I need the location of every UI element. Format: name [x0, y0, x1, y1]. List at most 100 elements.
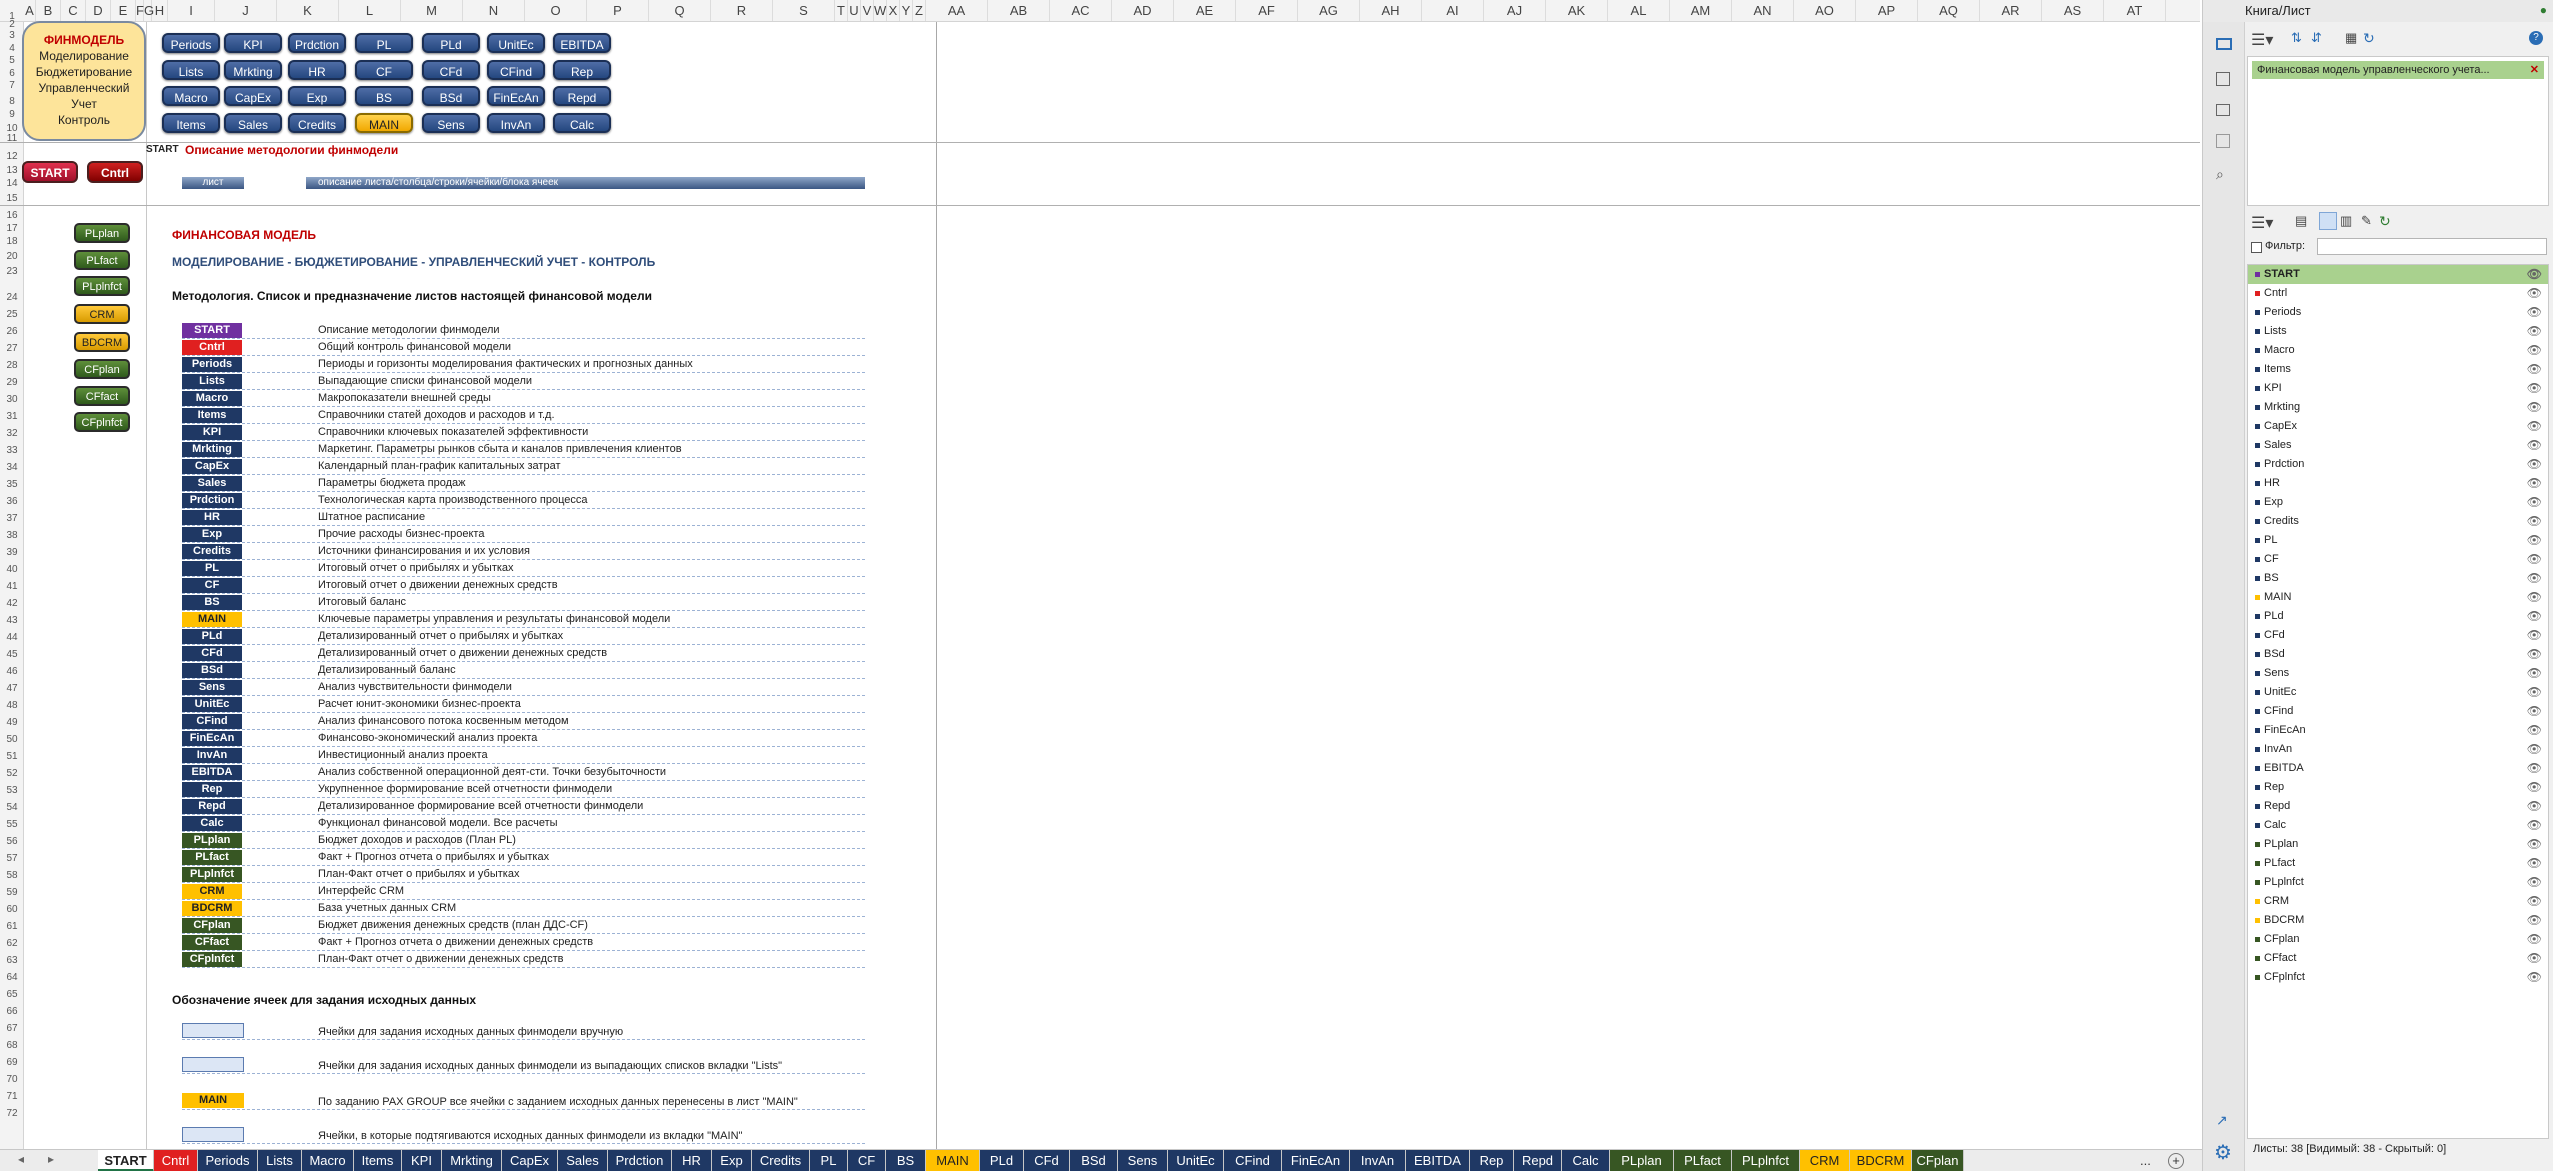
column-label[interactable]: AS [2042, 0, 2104, 21]
nav-button-pld[interactable]: PLd [422, 33, 480, 53]
row-number[interactable]: 35 [0, 479, 24, 490]
sheet-tag[interactable]: CF [182, 578, 242, 593]
column-label[interactable]: AI [1422, 0, 1484, 21]
visibility-eye-icon[interactable]: 👁 [2527, 949, 2542, 968]
row-number[interactable]: 52 [0, 768, 24, 779]
row-number[interactable]: 72 [0, 1108, 24, 1119]
panel-sheet-item[interactable]: Macro 👁 [2248, 341, 2548, 360]
visibility-eye-icon[interactable]: 👁 [2527, 816, 2542, 835]
row-number[interactable]: 48 [0, 700, 24, 711]
sheet-tab-plplan[interactable]: PLplan [1610, 1150, 1674, 1171]
visibility-eye-icon[interactable]: 👁 [2527, 588, 2542, 607]
visibility-eye-icon[interactable]: 👁 [2527, 892, 2542, 911]
panel-sheet-item[interactable]: CapEx 👁 [2248, 417, 2548, 436]
column-label[interactable]: Q [649, 0, 711, 21]
column-label[interactable]: AO [1794, 0, 1856, 21]
column-label[interactable]: U [848, 0, 861, 21]
side-button-bdcrm[interactable]: BDCRM [74, 332, 130, 352]
nav-button-hr[interactable]: HR [288, 60, 346, 80]
row-number[interactable]: 50 [0, 734, 24, 745]
sheet-tag[interactable]: CFplnfct [182, 952, 242, 967]
row-number[interactable]: 17 [0, 223, 24, 234]
sheet-tag[interactable]: CFfact [182, 935, 242, 950]
panel-sheet-item[interactable]: PLd 👁 [2248, 607, 2548, 626]
sheet-tab-crm[interactable]: CRM [1800, 1150, 1850, 1171]
nav-button-bsd[interactable]: BSd [422, 86, 480, 106]
panel-sheet-item[interactable]: Sales 👁 [2248, 436, 2548, 455]
row-number[interactable]: 25 [0, 309, 24, 320]
sheet-tag[interactable]: KPI [182, 425, 242, 440]
column-label[interactable]: AM [1670, 0, 1732, 21]
sheet-tag[interactable]: Calc [182, 816, 242, 831]
nav-button-credits[interactable]: Credits [288, 113, 346, 133]
visibility-eye-icon[interactable]: 👁 [2527, 645, 2542, 664]
row-number[interactable]: 14 [0, 178, 24, 189]
nav-button-exp[interactable]: Exp [288, 86, 346, 106]
row-number[interactable]: 64 [0, 972, 24, 983]
column-label[interactable]: AT [2104, 0, 2166, 21]
add-sheet-button[interactable]: + [2168, 1153, 2184, 1169]
sheet-tag[interactable]: MAIN [182, 612, 242, 627]
row-number[interactable]: 57 [0, 853, 24, 864]
row-number[interactable]: 49 [0, 717, 24, 728]
nav-button-macro[interactable]: Macro [162, 86, 220, 106]
sheet-tab-ebitda[interactable]: EBITDA [1406, 1150, 1470, 1171]
column-label[interactable]: AH [1360, 0, 1422, 21]
nav-button-cfind[interactable]: CFind [487, 60, 545, 80]
row-number[interactable]: 60 [0, 904, 24, 915]
tab-scroll-left-icon[interactable]: ◂ [18, 1152, 24, 1166]
sheet-tag[interactable]: BSd [182, 663, 242, 678]
visibility-eye-icon[interactable]: 👁 [2527, 683, 2542, 702]
column-label[interactable]: AN [1732, 0, 1794, 21]
sheet-tab-hr[interactable]: HR [672, 1150, 712, 1171]
row-number[interactable]: 46 [0, 666, 24, 677]
visibility-eye-icon[interactable]: 👁 [2527, 341, 2542, 360]
panel-sheet-item[interactable]: Items 👁 [2248, 360, 2548, 379]
sort-asc-icon[interactable]: ⇅ [2291, 30, 2302, 46]
edit-icon[interactable]: ✎ [2361, 213, 2372, 229]
column-label[interactable]: Z [913, 0, 926, 21]
start-button[interactable]: START [22, 161, 78, 183]
row-number[interactable]: 29 [0, 377, 24, 388]
sheet-tag[interactable]: Cntrl [182, 340, 242, 355]
side-button-plplnfct[interactable]: PLplnfct [74, 276, 130, 296]
visibility-eye-icon[interactable]: 👁 [2527, 778, 2542, 797]
nav-button-rep[interactable]: Rep [553, 60, 611, 80]
sync-icon[interactable]: ↻ [2379, 213, 2391, 230]
print-icon[interactable] [2216, 104, 2230, 116]
row-number[interactable]: 55 [0, 819, 24, 830]
visibility-eye-icon[interactable]: 👁 [2527, 303, 2542, 322]
column-label[interactable]: AJ [1484, 0, 1546, 21]
row-number[interactable]: 24 [0, 292, 24, 303]
show-hidden-icon[interactable]: ▥ [2340, 213, 2352, 229]
column-label[interactable]: AB [988, 0, 1050, 21]
sheet-tag[interactable]: Mrkting [182, 442, 242, 457]
visibility-eye-icon[interactable]: 👁 [2527, 322, 2542, 341]
visibility-eye-icon[interactable]: 👁 [2527, 664, 2542, 683]
visibility-eye-icon[interactable]: 👁 [2527, 873, 2542, 892]
panel-sheet-item[interactable]: Exp 👁 [2248, 493, 2548, 512]
row-number[interactable]: 53 [0, 785, 24, 796]
sheet-tab-cfplan[interactable]: CFplan [1912, 1150, 1964, 1171]
close-icon[interactable]: ✕ [2530, 61, 2539, 79]
row-number[interactable]: 7 [0, 80, 24, 91]
visibility-eye-icon[interactable]: 👁 [2527, 284, 2542, 303]
row-number[interactable]: 13 [0, 165, 24, 176]
sheet-tab-start[interactable]: START [98, 1150, 154, 1171]
column-label[interactable]: M [401, 0, 463, 21]
side-button-cfplan[interactable]: CFplan [74, 359, 130, 379]
cntrl-button[interactable]: Cntrl [87, 161, 143, 183]
row-number[interactable]: 36 [0, 496, 24, 507]
sheet-tag[interactable]: Items [182, 408, 242, 423]
row-number[interactable]: 18 [0, 236, 24, 247]
visibility-eye-icon[interactable]: 👁 [2527, 797, 2542, 816]
column-label[interactable]: AQ [1918, 0, 1980, 21]
nav-button-invan[interactable]: InvAn [487, 113, 545, 133]
visibility-eye-icon[interactable]: 👁 [2527, 531, 2542, 550]
panel-sheet-item[interactable]: Periods 👁 [2248, 303, 2548, 322]
row-number[interactable]: 67 [0, 1023, 24, 1034]
panel-sheet-item[interactable]: HR 👁 [2248, 474, 2548, 493]
row-number[interactable]: 37 [0, 513, 24, 524]
visibility-eye-icon[interactable]: 👁 [2527, 835, 2542, 854]
filter-input[interactable] [2317, 238, 2547, 255]
